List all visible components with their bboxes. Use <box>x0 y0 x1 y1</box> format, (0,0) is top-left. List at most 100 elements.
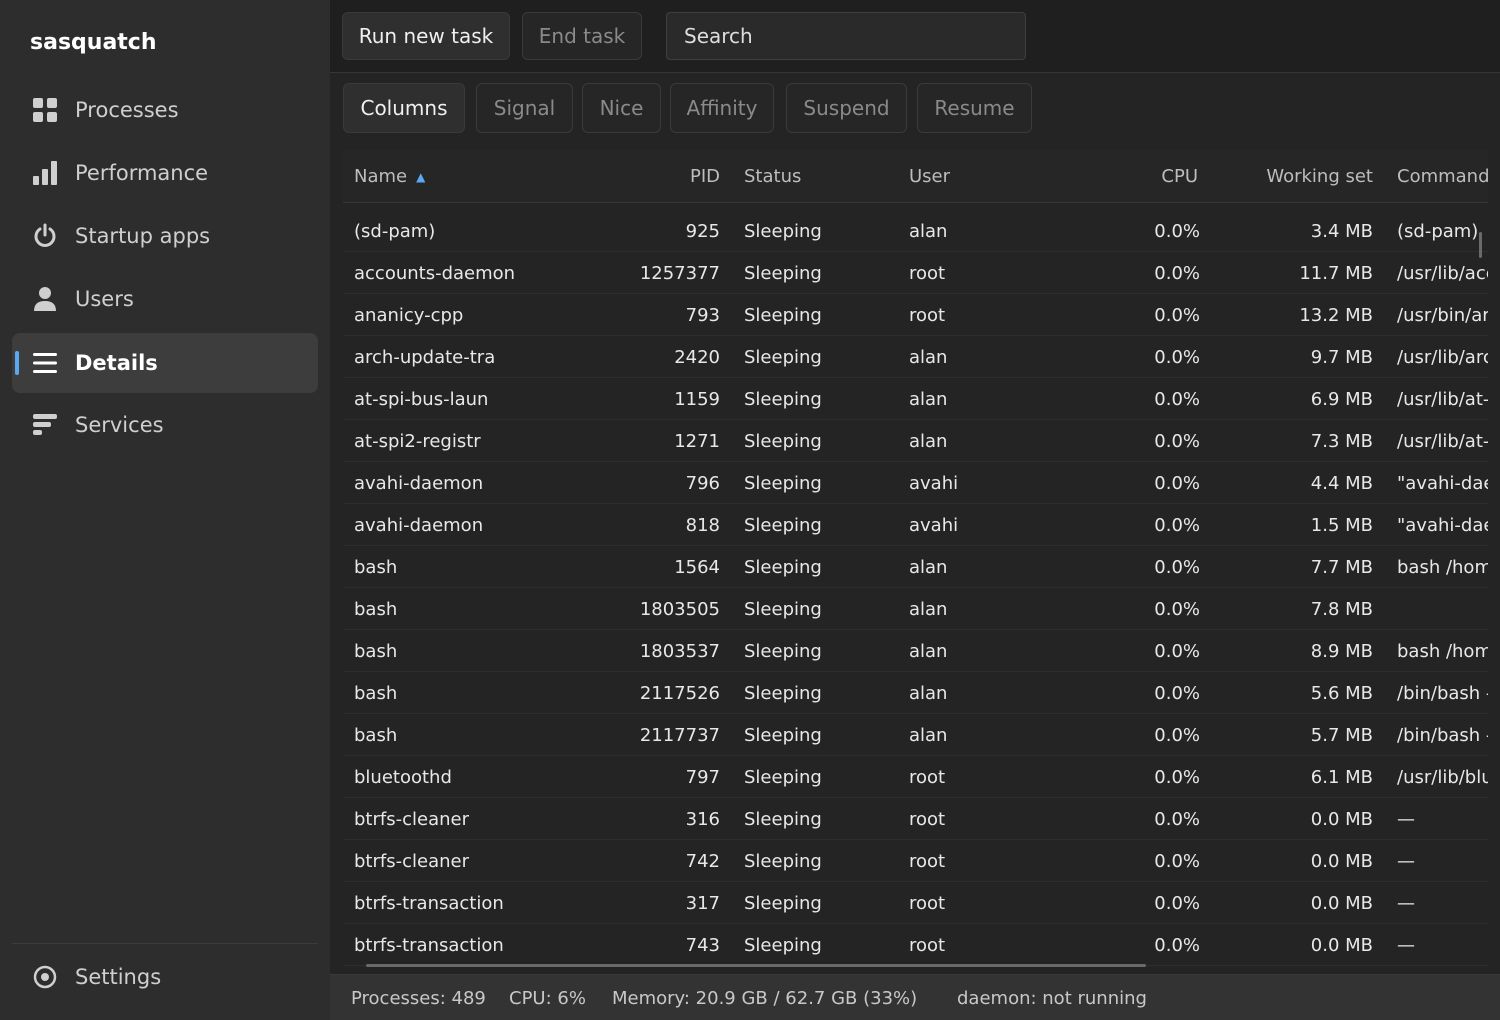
process-user: alan <box>909 556 948 578</box>
process-command: /usr/lib/blu <box>1397 766 1488 788</box>
process-name: bash <box>354 640 398 662</box>
signal-button[interactable]: Signal <box>476 83 573 133</box>
sidebar-item-settings[interactable]: Settings <box>12 947 318 1007</box>
process-pid: 796 <box>685 472 720 494</box>
process-command: — <box>1397 850 1415 872</box>
table-row[interactable]: ananicy-cpp 793 Sleeping root 0.0% 13.2 MB/us… <box>343 294 1488 336</box>
column-header-cpu[interactable]: CPU <box>1103 150 1198 203</box>
search-input[interactable] <box>666 12 1026 60</box>
column-header-working-set[interactable]: Working set <box>1223 150 1373 203</box>
process-cpu: 0.0% <box>1154 472 1200 494</box>
process-cpu: 0.0% <box>1154 514 1200 536</box>
process-status: Sleeping <box>744 598 822 620</box>
process-status: Sleeping <box>744 514 822 536</box>
process-user: alan <box>909 430 948 452</box>
table-row[interactable]: avahi-daemon 796 Sleeping avahi 0.0% 4.4 MB "a… <box>343 462 1488 504</box>
table-row[interactable]: accounts-daemon 1257377 Sleeping root 0.0% 11… <box>343 252 1488 294</box>
sidebar-item-startup-apps[interactable]: Startup apps <box>12 206 318 266</box>
process-working-set: 5.7 MB <box>1310 724 1373 746</box>
sidebar-item-services[interactable]: Services <box>12 395 318 455</box>
process-cpu: 0.0% <box>1154 934 1200 956</box>
toolbar: Run new task End task <box>330 0 1500 73</box>
process-working-set: 6.9 MB <box>1310 388 1373 410</box>
process-user: root <box>909 304 946 326</box>
table-row[interactable]: (sd-pam) 925 Sleeping alan 0.0% 3.4 MB (sd-pam… <box>343 210 1488 252</box>
process-user: alan <box>909 724 948 746</box>
table-row[interactable]: bash 1803537 Sleeping alan 0.0% 8.9 MB bash /h… <box>343 630 1488 672</box>
sidebar-item-label: Performance <box>75 161 209 185</box>
services-icon <box>32 412 58 438</box>
column-header-pid[interactable]: PID <box>633 150 720 203</box>
process-command: — <box>1397 934 1415 956</box>
process-pid: 1271 <box>674 430 720 452</box>
process-command: — <box>1397 892 1415 914</box>
horizontal-scrollbar[interactable] <box>366 964 1146 967</box>
process-cpu: 0.0% <box>1154 262 1200 284</box>
table-row[interactable]: btrfs-cleaner 742 Sleeping root 0.0% 0.0 MB — <box>343 840 1488 882</box>
table-row[interactable]: btrfs-transaction 743 Sleeping root 0.0% 0.0 … <box>343 924 1488 966</box>
nice-button[interactable]: Nice <box>582 83 661 133</box>
sidebar-item-label: Services <box>75 413 164 437</box>
process-name: avahi-daemon <box>354 472 484 494</box>
table-row[interactable]: bash 2117737 Sleeping alan 0.0% 5.7 MB/bin/ba… <box>343 714 1488 756</box>
sidebar-item-performance[interactable]: Performance <box>12 143 318 203</box>
process-pid: 1564 <box>674 556 720 578</box>
process-cpu: 0.0% <box>1154 598 1200 620</box>
resume-button[interactable]: Resume <box>917 83 1032 133</box>
process-working-set: 8.9 MB <box>1310 640 1373 662</box>
process-name: avahi-daemon <box>354 514 484 536</box>
process-command: "avahi-daer <box>1397 514 1488 536</box>
table-body: (sd-pam) 925 Sleeping alan 0.0% 3.4 MB (sd-pam… <box>343 210 1488 966</box>
table-row[interactable]: arch-update-tra 2420 Sleeping alan 0.0% 9.7 M… <box>343 336 1488 378</box>
table-row[interactable]: btrfs-transaction 317 Sleeping root 0.0% 0.0 … <box>343 882 1488 924</box>
grid-icon <box>32 97 58 123</box>
process-pid: 2117737 <box>639 724 720 746</box>
table-row[interactable]: bash 1564 Sleeping alan 0.0% 7.7 MB bash /hom <box>343 546 1488 588</box>
process-name: arch-update-tra <box>354 346 496 368</box>
process-name: bash <box>354 682 398 704</box>
process-cpu: 0.0% <box>1154 892 1200 914</box>
sidebar-item-users[interactable]: Users <box>12 269 318 329</box>
suspend-button[interactable]: Suspend <box>786 83 907 133</box>
column-header-status[interactable]: Status <box>744 150 894 203</box>
process-working-set: 7.8 MB <box>1310 598 1373 620</box>
column-header-user[interactable]: User <box>909 150 1059 203</box>
column-header-name[interactable]: Name ▲ <box>354 150 634 203</box>
columns-button[interactable]: Columns <box>343 83 465 133</box>
process-cpu: 0.0% <box>1154 724 1200 746</box>
affinity-button[interactable]: Affinity <box>670 83 774 133</box>
process-user: root <box>909 262 946 284</box>
process-working-set: 1.5 MB <box>1310 514 1373 536</box>
vertical-scrollbar[interactable] <box>1479 232 1482 258</box>
table-row[interactable]: at-spi-bus-laun 1159 Sleeping alan 0.0% 6.9 M… <box>343 378 1488 420</box>
process-user: root <box>909 892 946 914</box>
settings-icon <box>32 964 58 990</box>
table-row[interactable]: avahi-daemon 818 Sleeping avahi 0.0% 1.5 MB "a… <box>343 504 1488 546</box>
table-row[interactable]: btrfs-cleaner 316 Sleeping root 0.0% 0.0 MB — <box>343 798 1488 840</box>
run-new-task-button[interactable]: Run new task <box>342 12 510 60</box>
process-user: root <box>909 808 946 830</box>
sidebar-item-label: Details <box>75 351 158 375</box>
table-row[interactable]: at-spi2-registr 1271 Sleeping alan 0.0% 7.3 M… <box>343 420 1488 462</box>
process-user: avahi <box>909 472 959 494</box>
process-working-set: 0.0 MB <box>1310 808 1373 830</box>
column-header-command[interactable]: Command <box>1397 150 1488 203</box>
process-command: bash /hom <box>1397 556 1488 578</box>
process-user: root <box>909 766 946 788</box>
process-user: alan <box>909 346 948 368</box>
table-row[interactable]: bash 1803505 Sleeping alan 0.0% 7.8 MB <box>343 588 1488 630</box>
process-command: bash /hom <box>1397 640 1488 662</box>
process-status: Sleeping <box>744 682 822 704</box>
end-task-button[interactable]: End task <box>522 12 642 60</box>
sidebar-item-details[interactable]: Details <box>12 333 318 393</box>
sidebar-item-processes[interactable]: Processes <box>12 80 318 140</box>
process-user: alan <box>909 598 948 620</box>
process-status: Sleeping <box>744 388 822 410</box>
table-row[interactable]: bluetoothd 797 Sleeping root 0.0% 6.1 MB/usr/… <box>343 756 1488 798</box>
table-row[interactable]: bash 2117526 Sleeping alan 0.0% 5.6 MB/bin/ba… <box>343 672 1488 714</box>
process-cpu: 0.0% <box>1154 766 1200 788</box>
process-cpu: 0.0% <box>1154 220 1200 242</box>
process-user: alan <box>909 682 948 704</box>
process-user: avahi <box>909 514 959 536</box>
bar-chart-icon <box>32 160 58 186</box>
